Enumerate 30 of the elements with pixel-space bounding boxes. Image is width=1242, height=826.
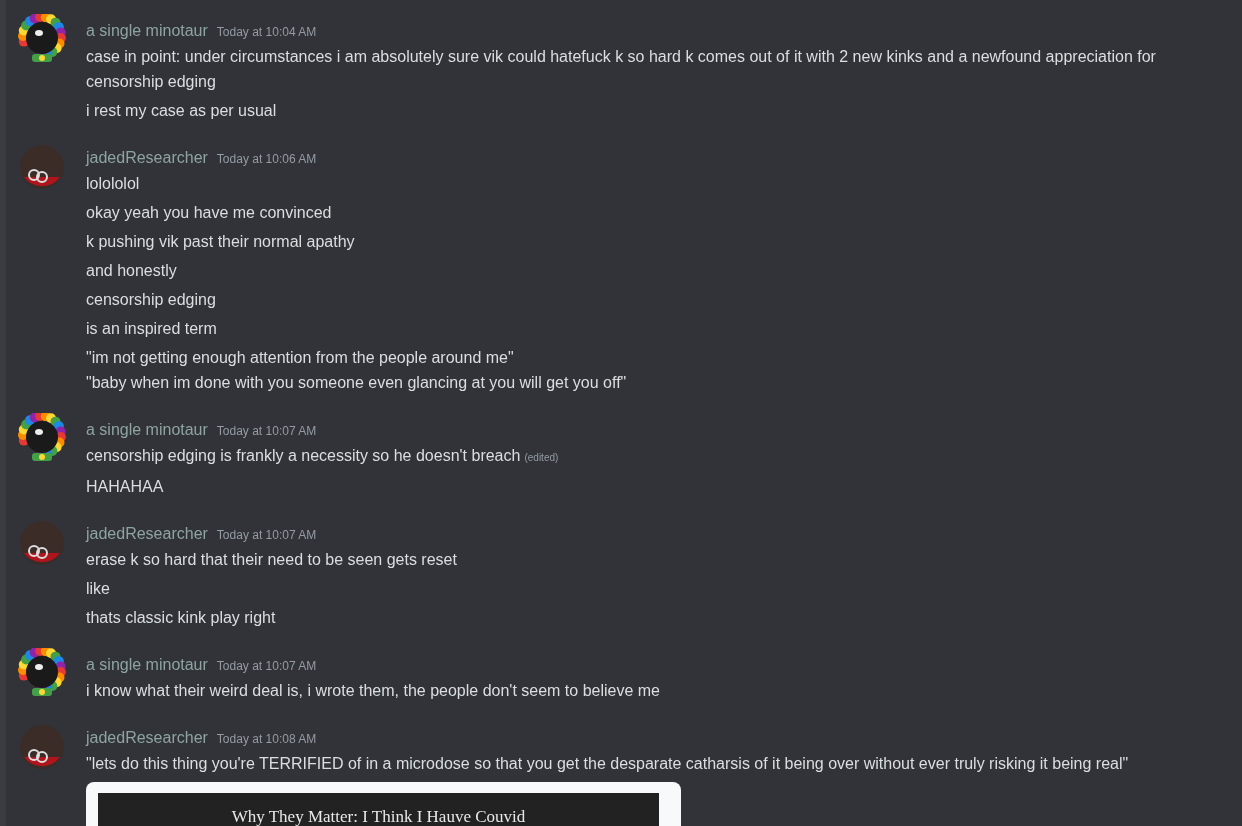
message-text: censorship edging is frankly a necessity so he doesn't breach (edited) [86, 446, 560, 466]
message-text: lolololol [86, 174, 141, 194]
attachment-card[interactable]: Why They Matter: I Think I Hauve Couvid [86, 782, 681, 826]
message-text: i rest my case as per usual [86, 101, 278, 121]
message-text: censorship edging [86, 290, 217, 310]
timestamp: Today at 10:07 AM [216, 658, 317, 675]
message-text: "lets do this thing you're TERRIFIED of in a microdose so that you get the desparate catharsis of it being over without ever truly risking it being real" [86, 754, 1130, 774]
timestamp: Today at 10:04 AM [216, 24, 317, 41]
message-text: k pushing vik past their normal apathy [86, 232, 356, 252]
message-text: is an inspired term [86, 319, 218, 339]
username[interactable]: jadedResearcher [86, 727, 208, 749]
document-title: Why They Matter: I Think I Hauve Couvid [231, 807, 526, 826]
message-text: and honestly [86, 261, 178, 281]
message-text: like [86, 579, 111, 599]
timestamp: Today at 10:08 AM [216, 731, 317, 748]
message-text: HAHAHAA [86, 477, 165, 497]
username[interactable]: jadedResearcher [86, 523, 208, 545]
timestamp: Today at 10:07 AM [216, 423, 317, 440]
message-text: erase k so hard that their need to be seen gets reset [86, 550, 458, 570]
timestamp: Today at 10:07 AM [216, 527, 317, 544]
message-text: okay yeah you have me convinced [86, 203, 333, 223]
message-text: "im not getting enough attention from the people around me" "baby when im done with you someone even glancing at you will get you off" [86, 348, 628, 393]
message-text: i know what their weird deal is, i wrote them, the people don't seem to believe me [86, 681, 661, 701]
username[interactable]: jadedResearcher [86, 147, 208, 169]
username[interactable]: a single minotaur [86, 654, 208, 676]
timestamp: Today at 10:06 AM [216, 151, 317, 168]
edited-label: (edited) [524, 452, 559, 463]
message-text: thats classic kink play right [86, 608, 277, 628]
username[interactable]: a single minotaur [86, 20, 208, 42]
username[interactable]: a single minotaur [86, 419, 208, 441]
